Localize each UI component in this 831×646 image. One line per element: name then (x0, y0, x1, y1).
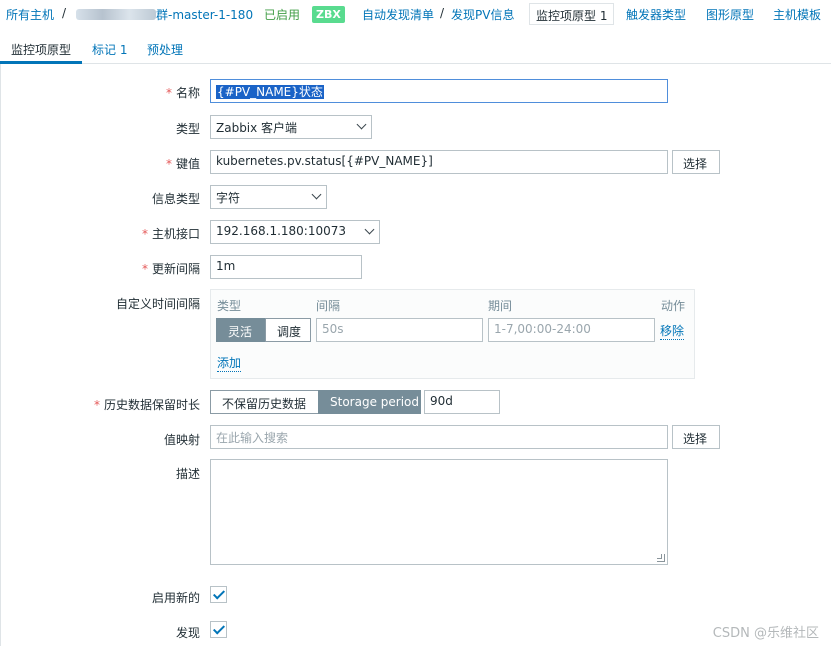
host-enabled-status: 已启用 (264, 8, 301, 22)
required-marker: * (141, 227, 148, 241)
breadcrumb-discovery-rule[interactable]: 发现PV信息 (451, 6, 514, 23)
breadcrumb-item-prototypes[interactable]: 监控项原型 1 (529, 3, 615, 25)
breadcrumb-graph-prototypes[interactable]: 图形原型 (706, 6, 754, 23)
add-interval-link[interactable]: 添加 (217, 354, 242, 372)
enable-new-label: 启用新的 (151, 591, 200, 605)
history-no-keep-toggle[interactable]: 不保留历史数据 (210, 390, 319, 414)
name-input[interactable]: {#PV_NAME}状态 (210, 79, 668, 103)
history-period-input[interactable]: 90d (424, 390, 500, 414)
breadcrumb-separator: / (440, 6, 445, 20)
chevron-down-icon (356, 119, 367, 130)
tab-tags[interactable]: 标记 1 (92, 41, 127, 58)
required-marker: * (141, 262, 148, 276)
value-map-input[interactable]: 在此输入搜索 (210, 425, 668, 449)
required-marker: * (165, 86, 172, 100)
update-interval-input[interactable]: 1m (210, 255, 362, 279)
type-select[interactable]: Zabbix 客户端 (210, 115, 372, 139)
redacted-host-prefix (76, 9, 156, 20)
description-textarea[interactable] (210, 459, 668, 565)
breadcrumb-trigger-types[interactable]: 触发器类型 (626, 6, 686, 23)
custom-intervals-label: 自定义时间间隔 (115, 297, 200, 311)
host-interface-select[interactable]: 192.168.1.180:10073 (210, 220, 380, 244)
breadcrumb-host[interactable]: 群-master-1-180 (156, 6, 253, 23)
tab-preprocessing[interactable]: 预处理 (147, 41, 183, 58)
resize-handle-icon[interactable] (657, 554, 665, 562)
name-label: * 名称 (165, 86, 200, 100)
watermark: CSDN @乐维社区 (712, 626, 819, 641)
discover-checkbox[interactable] (210, 621, 227, 638)
discover-label: 发现 (175, 626, 200, 640)
key-input[interactable]: kubernetes.pv.status[{#PV_NAME}] (210, 150, 668, 174)
scheduling-toggle[interactable]: 调度 (265, 318, 311, 342)
required-marker: * (165, 157, 172, 171)
interval-input[interactable]: 50s (316, 318, 483, 342)
period-input[interactable]: 1-7,00:00-24:00 (488, 318, 655, 342)
info-type-label: 信息类型 (151, 192, 200, 206)
breadcrumb-separator: / (62, 6, 67, 20)
col-interval: 间隔 (316, 299, 341, 313)
zbx-availability-badge: ZBX (312, 6, 345, 23)
remove-interval-link[interactable]: 移除 (660, 322, 685, 340)
breadcrumb-discovery-list[interactable]: 自动发现清单 (362, 6, 434, 23)
active-tab-indicator (0, 61, 82, 64)
breadcrumb: 所有主机 / 群-master-1-180 已启用 ZBX 自动发现清单 / 发… (0, 0, 831, 30)
tab-item-prototype[interactable]: 监控项原型 (11, 41, 71, 58)
breadcrumb-host-templates[interactable]: 主机模板 (773, 6, 821, 23)
description-label: 描述 (175, 467, 200, 481)
col-period: 期间 (488, 299, 513, 313)
history-label: * 历史数据保留时长 (93, 398, 200, 412)
key-select-button[interactable]: 选择 (672, 150, 720, 174)
value-map-select-button[interactable]: 选择 (672, 425, 720, 449)
flexible-toggle[interactable]: 灵活 (216, 318, 266, 342)
host-interface-label: * 主机接口 (141, 227, 200, 241)
col-type: 类型 (217, 299, 242, 313)
col-action: 动作 (661, 299, 686, 313)
custom-intervals-table: 类型 间隔 期间 动作 灵活 调度 50s 1-7,00:00-24:00 移除… (210, 289, 695, 379)
key-label: * 键值 (165, 157, 200, 171)
breadcrumb-all-hosts[interactable]: 所有主机 (6, 6, 54, 23)
host-interface-select-value: 192.168.1.180:10073 (216, 224, 347, 238)
type-label: 类型 (175, 122, 200, 136)
enable-new-checkbox[interactable] (210, 586, 227, 603)
name-input-selection: {#PV_NAME}状态 (216, 85, 324, 99)
type-select-value: Zabbix 客户端 (216, 121, 298, 135)
required-marker: * (93, 398, 100, 412)
info-type-select[interactable]: 字符 (210, 185, 327, 209)
chevron-down-icon (364, 224, 375, 235)
update-interval-label: * 更新间隔 (141, 262, 200, 276)
history-storage-period-toggle[interactable]: Storage period (318, 390, 421, 414)
panel-border (0, 64, 1, 646)
value-map-label: 值映射 (163, 433, 200, 447)
chevron-down-icon (311, 189, 322, 200)
form-tabs: 监控项原型 标记 1 预处理 (0, 36, 831, 64)
info-type-select-value: 字符 (216, 191, 241, 205)
